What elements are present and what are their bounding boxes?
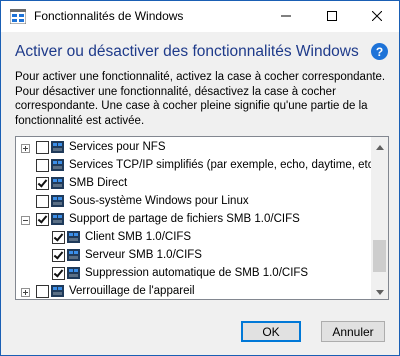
feature-row[interactable]: Sous-système Windows pour Linux (16, 193, 368, 211)
instructions-text: Pour activer une fonctionnalité, activez… (15, 70, 387, 128)
ok-button[interactable]: OK (241, 321, 301, 342)
feature-row[interactable]: Verrouillage de l'appareil (16, 283, 368, 299)
feature-checkbox[interactable] (36, 195, 49, 208)
scrollbar-thumb[interactable] (373, 240, 386, 272)
dialog-content: Activer ou désactiver des fonctionnalité… (1, 32, 399, 355)
arrow-down-icon (375, 282, 384, 300)
feature-row[interactable]: Serveur SMB 1.0/CIFS (16, 247, 368, 265)
feature-label: Suppression automatique de SMB 1.0/CIFS (85, 267, 309, 279)
close-button[interactable] (354, 1, 399, 32)
vertical-scrollbar[interactable] (371, 137, 388, 299)
collapse-icon[interactable] (21, 216, 30, 225)
feature-row[interactable]: Client SMB 1.0/CIFS (16, 229, 368, 247)
feature-checkbox[interactable] (52, 231, 65, 244)
feature-row[interactable]: Support de partage de fichiers SMB 1.0/C… (16, 211, 368, 229)
instructions-line: fonctionnalité est activée. (15, 114, 145, 127)
expand-icon[interactable] (21, 144, 30, 153)
features-tree[interactable]: Verrouillage de l'appareil Suppression au… (15, 136, 389, 300)
instructions-line: correspondante. Une case à cocher pleine… (15, 100, 368, 112)
feature-row[interactable]: SMB Direct (16, 175, 368, 193)
minimize-icon (280, 8, 291, 26)
feature-label: Client SMB 1.0/CIFS (85, 231, 192, 243)
feature-checkbox[interactable] (36, 285, 49, 298)
feature-checkbox[interactable] (36, 213, 49, 226)
close-icon (371, 8, 382, 26)
scroll-up-button[interactable] (371, 137, 388, 154)
cancel-button[interactable]: Annuler (321, 321, 385, 342)
window-title: Fonctionnalités de Windows (34, 9, 184, 23)
feature-label: SMB Direct (69, 177, 128, 189)
feature-checkbox[interactable] (36, 177, 49, 190)
arrow-up-icon (375, 137, 384, 155)
feature-checkbox[interactable] (36, 159, 49, 172)
feature-label: Services TCP/IP simplifiés (par exemple,… (69, 159, 381, 171)
dialog-heading: Activer ou désactiver des fonctionnalité… (15, 43, 359, 60)
feature-row[interactable]: Suppression automatique de SMB 1.0/CIFS (16, 265, 368, 283)
feature-label: Serveur SMB 1.0/CIFS (85, 249, 202, 261)
windows-features-icon (9, 8, 27, 25)
maximize-icon (326, 8, 337, 26)
feature-label: Support de partage de fichiers SMB 1.0/C… (69, 213, 300, 225)
feature-row[interactable]: Services TCP/IP simplifiés (par exemple,… (16, 157, 380, 175)
dialog-window: Fonctionnalités de Windows Activer ou dé… (0, 0, 400, 356)
feature-label: Verrouillage de l'appareil (69, 285, 195, 297)
feature-label: Sous-système Windows pour Linux (69, 195, 249, 207)
minimize-button[interactable] (263, 1, 308, 32)
scroll-down-button[interactable] (371, 282, 388, 299)
expand-icon[interactable] (21, 288, 30, 297)
instructions-line: Pour désactiver une fonctionnalité, désa… (15, 85, 336, 98)
feature-checkbox[interactable] (52, 267, 65, 280)
help-icon[interactable]: ? (371, 43, 388, 60)
title-bar[interactable]: Fonctionnalités de Windows (1, 1, 399, 32)
feature-label: Services pour NFS (69, 141, 166, 153)
feature-checkbox[interactable] (36, 141, 49, 154)
feature-checkbox[interactable] (52, 249, 65, 262)
instructions-line: Pour activer une fonctionnalité, activez… (15, 71, 386, 83)
maximize-button[interactable] (309, 1, 354, 32)
feature-row[interactable]: Services pour NFS (16, 139, 368, 157)
